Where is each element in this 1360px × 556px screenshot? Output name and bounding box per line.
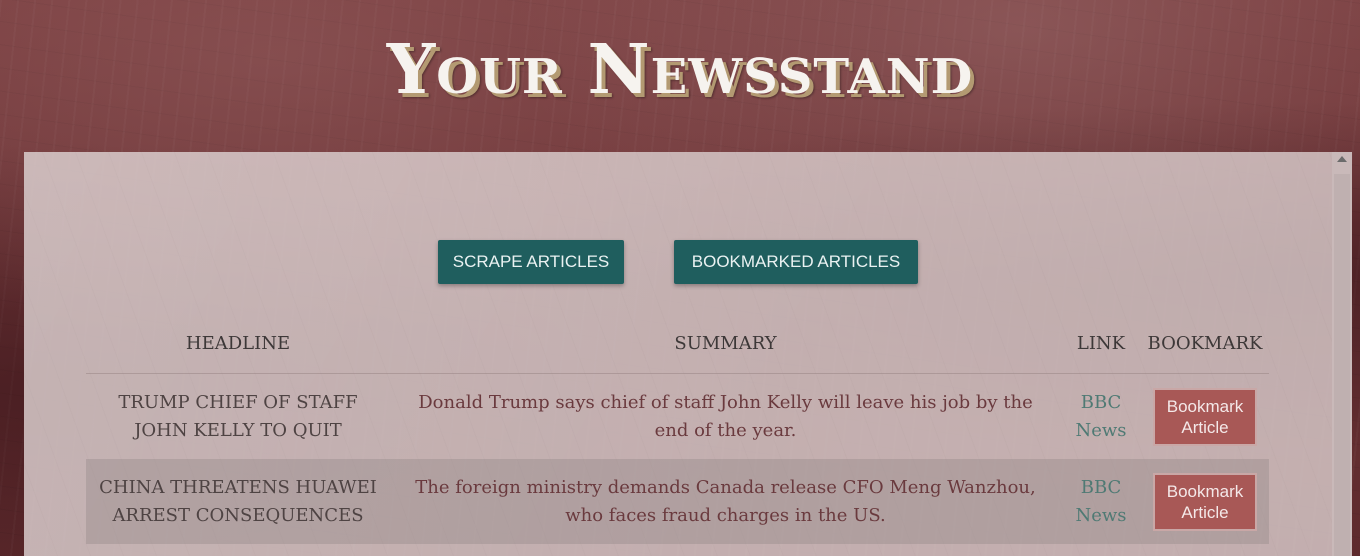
table-row: TRUMP CHIEF OF STAFF JOHN KELLY TO QUIT …: [86, 374, 1269, 459]
summary-line: who faces fraud charges in the US.: [565, 504, 886, 526]
bookmark-cell: Bookmark Article: [1141, 472, 1269, 531]
headline-line: TRUMP CHIEF OF STAFF: [118, 391, 358, 413]
link-line[interactable]: News: [1061, 417, 1141, 445]
link-line[interactable]: BBC: [1061, 474, 1141, 502]
summary-cell: Donald Trump says chief of staff John Ke…: [390, 389, 1061, 445]
bookmarked-articles-button[interactable]: BOOKMARKED ARTICLES: [674, 240, 918, 284]
column-header-bookmark: BOOKMARK: [1147, 333, 1263, 354]
headline-cell: CHINA THREATENS HUAWEI ARREST CONSEQUENC…: [86, 474, 390, 530]
article-link[interactable]: BBC News: [1061, 389, 1141, 445]
headline-line: ARREST CONSEQUENCES: [112, 504, 364, 526]
content-panel: SCRAPE ARTICLES BOOKMARKED ARTICLES HEAD…: [24, 152, 1352, 556]
bookmark-article-button[interactable]: Bookmark Article: [1153, 472, 1257, 531]
articles-table: HEADLINE SUMMARY LINK BOOKMARK TRUMP CHI…: [86, 314, 1269, 544]
page-title: Your Newsstand: [386, 30, 974, 110]
scrape-articles-button[interactable]: SCRAPE ARTICLES: [438, 240, 624, 284]
scrollbar-thumb[interactable]: [1334, 174, 1350, 556]
link-line[interactable]: News: [1061, 502, 1141, 530]
bookmark-article-button[interactable]: Bookmark Article: [1153, 387, 1257, 446]
column-header-link: LINK: [1076, 333, 1126, 354]
bookmark-label[interactable]: Article: [1181, 417, 1228, 438]
scroll-up-arrow-icon[interactable]: [1337, 156, 1347, 162]
headline-cell: TRUMP CHIEF OF STAFF JOHN KELLY TO QUIT: [86, 389, 390, 445]
bookmark-label[interactable]: Bookmark: [1167, 481, 1244, 502]
headline-line: CHINA THREATENS HUAWEI: [99, 476, 377, 498]
summary-line: end of the year.: [654, 419, 797, 441]
summary-line: The foreign ministry demands Canada rele…: [415, 476, 1036, 498]
article-link[interactable]: BBC News: [1061, 474, 1141, 530]
scrollbar[interactable]: [1332, 152, 1352, 556]
summary-line: Donald Trump says chief of staff John Ke…: [418, 391, 1033, 413]
table-row: CHINA THREATENS HUAWEI ARREST CONSEQUENC…: [86, 459, 1269, 544]
bookmark-label[interactable]: Article: [1181, 502, 1228, 523]
column-header-headline: HEADLINE: [185, 333, 291, 354]
summary-cell: The foreign ministry demands Canada rele…: [390, 474, 1061, 530]
bookmark-label[interactable]: Bookmark: [1167, 396, 1244, 417]
headline-line: JOHN KELLY TO QUIT: [134, 419, 342, 441]
link-line[interactable]: BBC: [1061, 389, 1141, 417]
table-header: HEADLINE SUMMARY LINK BOOKMARK: [86, 314, 1269, 374]
bookmark-cell: Bookmark Article: [1141, 387, 1269, 446]
column-header-summary: SUMMARY: [674, 333, 777, 354]
